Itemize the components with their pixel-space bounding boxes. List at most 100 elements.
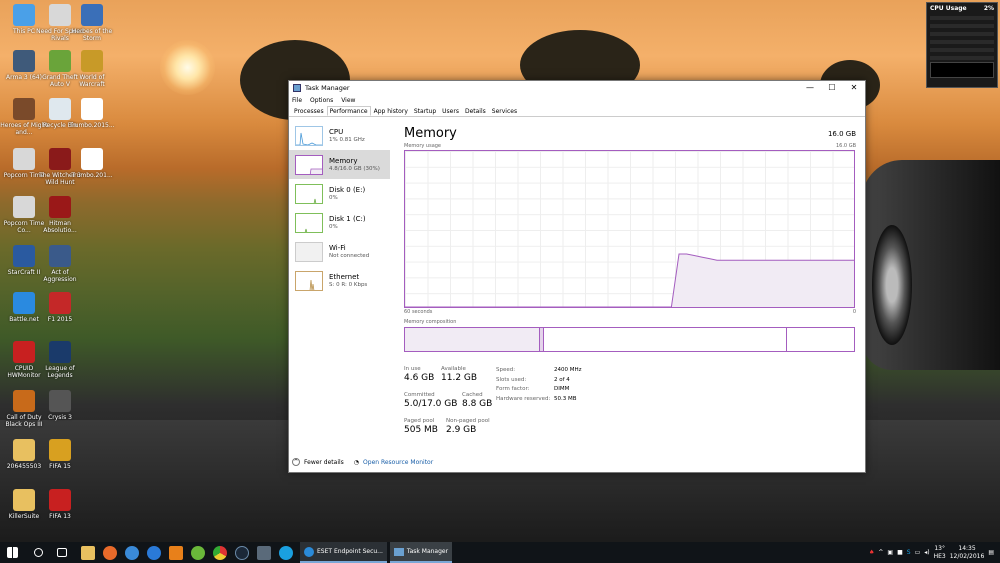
menu-bar: File Options View	[289, 95, 865, 106]
sidebar-item-label: Wi-Fi	[329, 244, 346, 252]
popcorn-icon	[13, 148, 35, 170]
fewer-details-link[interactable]: Fewer details	[304, 459, 344, 466]
tab-app-history[interactable]: App history	[371, 106, 411, 116]
windows-start-icon[interactable]	[7, 547, 18, 558]
detail-value: 50.3 MB	[554, 395, 577, 402]
task-view-icon[interactable]	[57, 548, 67, 557]
notifications-icon[interactable]: ▤	[988, 549, 994, 556]
desktop-icon[interactable]: World of Warcraft	[68, 50, 116, 88]
desktop-icon[interactable]: Act of Aggression	[36, 245, 84, 283]
vlc-icon[interactable]	[169, 545, 183, 560]
tab-services[interactable]: Services	[489, 106, 520, 116]
steam-icon[interactable]	[235, 545, 249, 560]
utorrent-icon[interactable]	[191, 545, 205, 560]
minimize-button[interactable]: —	[799, 81, 821, 95]
file-explorer-icon[interactable]	[81, 545, 95, 560]
stat-available: Available 11.2 GB	[441, 366, 477, 383]
sidebar-item-ethernet[interactable]: Ethernet S: 0 R: 0 Kbps	[289, 266, 390, 295]
desktop-icon[interactable]: FIFA 15	[36, 439, 84, 470]
file-icon	[81, 98, 103, 120]
chevron-up-icon[interactable]: ^	[878, 549, 883, 556]
chevron-up-icon[interactable]: ^	[292, 458, 300, 466]
chrome-icon[interactable]	[213, 545, 227, 560]
desktop-icon[interactable]: Heroes of the Storm	[68, 4, 116, 42]
tab-users[interactable]: Users	[439, 106, 462, 116]
composition-in-use	[405, 328, 540, 351]
skype-tray-icon[interactable]: S	[907, 549, 911, 556]
tray-app-icon[interactable]: ■	[897, 549, 903, 556]
tray-app-icon[interactable]: ▣	[887, 549, 893, 556]
desktop-icon[interactable]: F1 2015	[36, 292, 84, 323]
sun	[160, 40, 215, 95]
sidebar-item-cpu[interactable]: CPU 1% 0.81 GHz	[289, 121, 390, 150]
widget-details	[930, 16, 994, 60]
desktop-icon[interactable]: League of Legends	[36, 341, 84, 379]
menu-options[interactable]: Options	[310, 97, 333, 104]
edge-icon[interactable]	[147, 545, 161, 560]
zero-label: 0	[852, 309, 856, 315]
cpu-usage-widget: CPU Usage 2%	[926, 2, 998, 88]
network-icon[interactable]: ▭	[915, 549, 921, 556]
sidebar-item-wifi[interactable]: Wi-Fi Not connected	[289, 237, 390, 266]
detail-row: Slots used: 2 of 4	[496, 376, 582, 386]
sidebar-item-label: Disk 1 (C:)	[329, 215, 366, 223]
stat-label: Cached	[462, 392, 483, 398]
stat-value: 505 MB	[404, 425, 438, 435]
search-icon[interactable]	[34, 548, 43, 557]
memory-composition-bar	[404, 327, 855, 352]
maximize-button[interactable]: ☐	[821, 81, 843, 95]
wifi-thumbnail	[295, 241, 323, 262]
title-bar[interactable]: Task Manager — ☐ ✕	[289, 81, 865, 95]
volume-icon[interactable]: ◂)	[924, 549, 929, 556]
skype-icon[interactable]	[279, 545, 293, 560]
detail-row: Speed: 2400 MHz	[496, 366, 582, 376]
fifa13-icon	[49, 489, 71, 511]
tab-performance[interactable]: Performance	[326, 106, 371, 116]
taskbar-app-task-manager[interactable]: Task Manager	[389, 542, 453, 563]
desktop-icon[interactable]: Trumbo.201...	[68, 148, 116, 179]
widget-graph	[930, 62, 994, 78]
desktop-icon-label: Act of Aggression	[43, 269, 77, 283]
memory-thumbnail	[295, 154, 323, 175]
desktop-icon[interactable]: FIFA 13	[36, 489, 84, 520]
memory-usage-area	[405, 254, 854, 307]
system-tray: ♠ ^ ▣ ■ S ▭ ◂) 13° HE3 14:35 12/02/2016 …	[869, 545, 1000, 561]
detail-key: Hardware reserved:	[496, 395, 551, 402]
menu-file[interactable]: File	[292, 97, 302, 104]
desktop-icon[interactable]: Hitman Absolutio...	[36, 196, 84, 234]
footer: ^ Fewer details ◔ Open Resource Monitor	[292, 458, 433, 466]
desktop-icon-label: Crysis 3	[48, 414, 72, 421]
clock[interactable]: 14:35 12/02/2016	[950, 545, 985, 561]
memory-usage-graph	[404, 150, 855, 308]
app-icon[interactable]	[125, 545, 139, 560]
desktop-icon[interactable]: Trumbo.2015...	[68, 98, 116, 129]
cpu-thumbnail	[295, 125, 323, 146]
sidebar-item-memory[interactable]: Memory 4.8/16.0 GB (30%)	[289, 150, 390, 179]
desktop-icon-label: Hitman Absolutio...	[43, 220, 77, 234]
stat-committed: Committed 5.0/17.0 GB	[404, 392, 457, 409]
tab-startup[interactable]: Startup	[411, 106, 439, 116]
detail-value: 2400 MHz	[554, 367, 582, 373]
language-indicator[interactable]: 13° HE3	[934, 545, 946, 561]
hwmonitor-icon	[13, 341, 35, 363]
sidebar-item-detail: S: 0 R: 0 Kbps	[329, 282, 368, 288]
memory-total: 16.0 GB	[827, 130, 856, 138]
open-resource-monitor-link[interactable]: Open Resource Monitor	[363, 459, 433, 466]
sidebar-item-disk0[interactable]: Disk 0 (E:) 0%	[289, 179, 390, 208]
detail-row: Form factor: DIMM	[496, 385, 582, 395]
stat-label: In use	[404, 366, 421, 372]
tab-processes[interactable]: Processes	[291, 106, 327, 116]
tray-app-icon[interactable]: ♠	[869, 549, 874, 556]
close-button[interactable]: ✕	[843, 81, 865, 95]
sidebar-item-detail: Not connected	[329, 253, 370, 259]
taskbar-app-eset[interactable]: ESET Endpoint Secu...	[300, 542, 387, 563]
sidebar-item-disk1[interactable]: Disk 1 (C:) 0%	[289, 208, 390, 237]
firefox-icon[interactable]	[103, 545, 117, 560]
memory-usage-max: 16.0 GB	[835, 143, 856, 149]
folder-icon	[13, 489, 35, 511]
desktop-icon[interactable]: Crysis 3	[36, 390, 84, 421]
tab-details[interactable]: Details	[462, 106, 489, 116]
menu-view[interactable]: View	[341, 97, 355, 104]
fifa15-icon	[49, 439, 71, 461]
app-icon[interactable]	[257, 545, 271, 560]
